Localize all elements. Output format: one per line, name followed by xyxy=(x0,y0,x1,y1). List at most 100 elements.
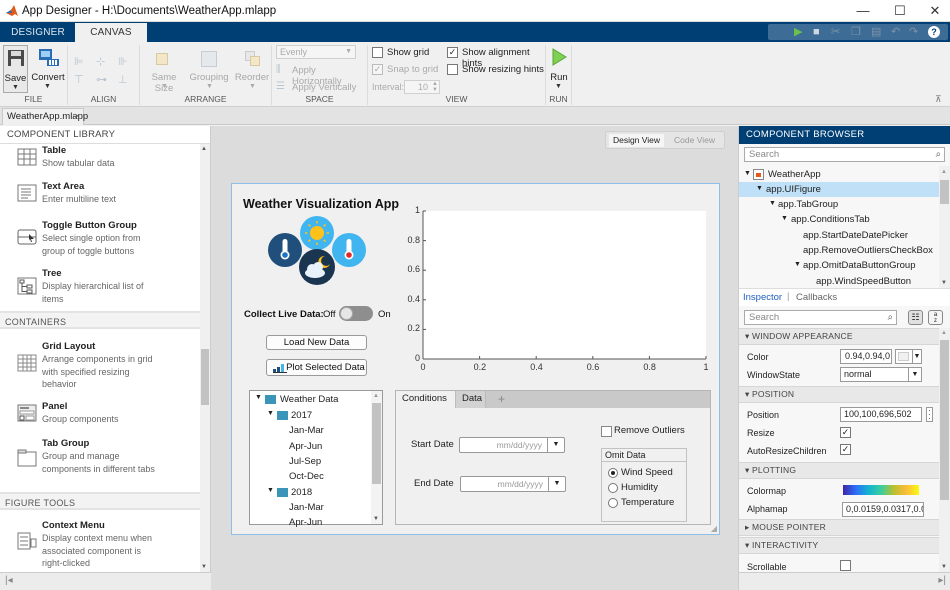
tree-node-leaf[interactable]: Apr-Jun xyxy=(289,517,322,528)
start-date-picker[interactable]: mm/dd/yyyy ▼ xyxy=(459,437,565,453)
prop-windowstate-dropdown[interactable]: normal ▼ xyxy=(840,367,922,382)
apply-vertically-button[interactable]: Apply Vertically xyxy=(292,82,356,93)
library-item-toggle-button-group[interactable]: Toggle Button Group Select single option… xyxy=(0,217,200,265)
prop-colormap-preview[interactable] xyxy=(843,485,919,495)
close-tab-icon[interactable]: × xyxy=(74,109,80,124)
scroll-down-icon[interactable]: ▼ xyxy=(941,564,947,570)
prop-autoresize-checkbox[interactable]: ✓ xyxy=(840,444,851,455)
scroll-up-icon[interactable]: ▲ xyxy=(373,393,379,399)
align-top-icon[interactable]: ⊤ xyxy=(74,73,84,86)
convert-button[interactable]: Convert ▼ xyxy=(31,45,65,93)
prop-color-value[interactable]: 0.94,0.94,0 xyxy=(840,349,892,364)
browser-node-uifigure[interactable]: app.UIFigure xyxy=(766,184,821,195)
temperature-radio[interactable] xyxy=(608,498,618,508)
library-item-grid-layout[interactable]: Grid Layout Arrange components in grid w… xyxy=(0,334,200,394)
align-left-icon[interactable]: ⊫ xyxy=(74,55,84,68)
tree-node-leaf[interactable]: Oct-Dec xyxy=(289,471,324,482)
interval-spinner[interactable]: 10 ▲ ▼ xyxy=(404,80,440,94)
tree-node-2017[interactable]: 2017 xyxy=(291,410,312,421)
browser-node-omitdatabuttongroup[interactable]: app.OmitDataButtonGroup xyxy=(803,260,915,271)
reorder-button[interactable]: Reorder ▼ xyxy=(233,45,271,93)
callbacks-tab[interactable]: Callbacks xyxy=(796,292,837,303)
run-icon[interactable]: ▶ xyxy=(794,24,802,40)
browser-node-windspeedbutton[interactable]: app.WindSpeedButton xyxy=(816,276,911,287)
expand-root-icon[interactable]: ▼ xyxy=(255,394,262,401)
remove-outliers-checkbox[interactable] xyxy=(601,426,612,437)
add-tab-button[interactable]: + xyxy=(498,391,505,407)
tab-designer[interactable]: DESIGNER xyxy=(8,23,68,42)
save-button[interactable]: Save ▼ xyxy=(3,45,28,93)
tab-canvas[interactable]: CANVAS xyxy=(75,23,147,42)
library-item-context-menu[interactable]: Context Menu Display context menu when a… xyxy=(0,514,200,570)
code-view-button[interactable]: Code View xyxy=(667,134,722,147)
inspector-scrollbar-thumb[interactable] xyxy=(940,340,949,500)
weather-data-tree[interactable]: ▼ Weather Data ▼ 2017 Jan-Mar Apr-Jun Ju… xyxy=(249,390,383,528)
save-icon[interactable]: ■ xyxy=(813,24,820,40)
resize-grip-icon[interactable]: ◢ xyxy=(711,524,717,533)
snap-to-grid-checkbox[interactable]: ✓ xyxy=(372,64,383,75)
browser-scrollbar[interactable]: ▲ ▼ xyxy=(939,166,950,288)
grouping-button[interactable]: Grouping ▼ xyxy=(188,45,230,93)
inspector-search-input[interactable]: Search ⌕ xyxy=(744,310,897,325)
section-interactivity[interactable]: ▾ INTERACTIVITY xyxy=(739,537,939,554)
show-alignment-hints-checkbox[interactable]: ✓ xyxy=(447,47,458,58)
switch-knob[interactable] xyxy=(340,307,353,320)
sort-az-icon[interactable]: az xyxy=(928,310,943,325)
library-scrollbar[interactable]: ▲ ▼ xyxy=(200,144,210,572)
scroll-up-icon[interactable]: ▲ xyxy=(941,330,947,336)
tree-node-leaf[interactable]: Jan-Mar xyxy=(289,502,324,513)
collapse-right-icon[interactable]: ▸| xyxy=(938,575,946,586)
expand-2018-icon[interactable]: ▼ xyxy=(267,487,274,494)
design-view-button[interactable]: Design View xyxy=(609,134,664,147)
scroll-down-icon[interactable]: ▼ xyxy=(201,564,207,570)
library-item-text-area[interactable]: Text Area Enter multiline text xyxy=(0,179,200,217)
expand-icon[interactable]: ▼ xyxy=(756,185,763,192)
cut-icon[interactable]: ✂ xyxy=(831,24,840,40)
section-window-appearance[interactable]: ▾ WINDOW APPEARANCE xyxy=(739,328,939,345)
paste-icon[interactable]: ▤ xyxy=(871,24,881,40)
inspector-scrollbar[interactable]: ▲ ▼ xyxy=(939,328,950,572)
show-grid-checkbox[interactable] xyxy=(372,47,383,58)
help-icon[interactable]: ? xyxy=(928,26,940,38)
tree-node-root[interactable]: Weather Data xyxy=(280,394,338,405)
wind-speed-radio[interactable] xyxy=(608,468,618,478)
tree-node-leaf[interactable]: Jan-Mar xyxy=(289,425,324,436)
library-item-tab-group[interactable]: Tab Group Group and manage components in… xyxy=(0,432,200,484)
ui-axes[interactable] xyxy=(422,210,707,360)
show-resizing-hints-checkbox[interactable] xyxy=(447,64,458,75)
humidity-radio[interactable] xyxy=(608,483,618,493)
collapse-ribbon-icon[interactable]: ⊼ xyxy=(935,94,942,105)
maximize-button[interactable]: ☐ xyxy=(883,0,917,22)
browser-node-conditionstab[interactable]: app.ConditionsTab xyxy=(791,214,870,225)
browser-node-startdatepicker[interactable]: app.StartDateDatePicker xyxy=(803,230,908,241)
redo-icon[interactable]: ↷ xyxy=(909,24,918,40)
close-window-button[interactable]: ✕ xyxy=(918,0,950,22)
component-search-input[interactable]: Search ⌕ xyxy=(744,147,945,162)
start-date-dropdown-icon[interactable]: ▼ xyxy=(547,438,564,452)
collect-live-data-switch[interactable] xyxy=(339,306,373,321)
expand-icon[interactable]: ▼ xyxy=(744,170,751,177)
same-size-button[interactable]: Same Size ▼ xyxy=(144,45,184,94)
align-middle-icon[interactable]: ⊶ xyxy=(96,73,107,86)
section-mouse-pointer[interactable]: ▸ MOUSE POINTER xyxy=(739,519,939,536)
document-tab[interactable]: WeatherApp.mlapp × xyxy=(2,108,88,125)
tab-conditions[interactable]: Conditions xyxy=(396,391,455,409)
inspector-tab[interactable]: Inspector xyxy=(743,292,782,303)
scroll-down-icon[interactable]: ▼ xyxy=(373,516,379,522)
library-item-table[interactable]: Table Show tabular data xyxy=(0,144,200,179)
prop-alphamap-value[interactable]: 0,0.0159,0.0317,0.047 xyxy=(842,502,924,517)
align-right-icon[interactable]: ⊪ xyxy=(118,55,128,68)
expand-icon[interactable]: ▼ xyxy=(794,261,801,268)
color-picker-button[interactable]: ▼ xyxy=(895,349,922,364)
align-center-icon[interactable]: ⊹ xyxy=(96,55,105,68)
section-position[interactable]: ▾ POSITION xyxy=(739,386,939,403)
tree-node-leaf[interactable]: Jul-Sep xyxy=(289,456,321,467)
search-icon[interactable]: ⌕ xyxy=(936,148,941,161)
expand-icon[interactable]: ▼ xyxy=(781,215,788,222)
browser-scrollbar-thumb[interactable] xyxy=(940,180,949,204)
group-view-icon[interactable]: ☷ xyxy=(908,310,923,325)
tab-data[interactable]: Data xyxy=(455,391,486,408)
plot-selected-data-button[interactable]: Plot Selected Data xyxy=(266,359,367,376)
browser-node-weatherapp[interactable]: WeatherApp xyxy=(768,169,821,180)
scroll-up-icon[interactable]: ▲ xyxy=(201,146,207,152)
